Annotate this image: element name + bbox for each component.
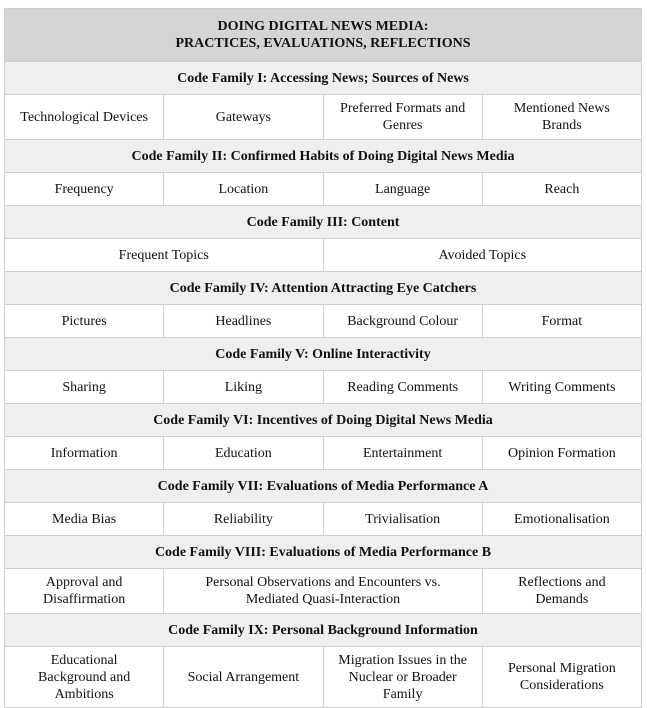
code-cell: Opinion Formation — [481, 436, 643, 470]
family-heading-6: Code Family VI: Incentives of Doing Digi… — [4, 403, 642, 437]
code-cell: Frequency — [3, 172, 165, 206]
code-cell: Migration Issues in the Nuclear or Broad… — [322, 646, 483, 708]
code-cell: Information — [3, 436, 165, 470]
family-codes-row-7: Media Bias Reliability Trivialisation Em… — [3, 502, 643, 536]
family-heading-2: Code Family II: Confirmed Habits of Doin… — [4, 139, 642, 173]
code-cell: Entertainment — [322, 436, 483, 470]
family-heading-9: Code Family IX: Personal Background Info… — [4, 613, 642, 647]
code-cell: Writing Comments — [481, 370, 643, 404]
code-cell: Mentioned News Brands — [481, 94, 643, 140]
code-cell: Background Colour — [322, 304, 483, 338]
title-line-1: DOING DIGITAL NEWS MEDIA: — [217, 19, 429, 34]
code-cell: Educational Background and Ambitions — [3, 646, 165, 708]
family-heading-3: Code Family III: Content — [4, 205, 642, 239]
code-cell: Frequent Topics — [4, 238, 324, 272]
family-codes-row-4: Pictures Headlines Background Colour For… — [3, 304, 643, 338]
code-cell: Personal Migration Considerations — [481, 646, 643, 708]
code-cell: Education — [163, 436, 324, 470]
code-cell: Location — [163, 172, 324, 206]
table-title: DOING DIGITAL NEWS MEDIA: PRACTICES, EVA… — [4, 8, 642, 62]
family-heading-4: Code Family IV: Attention Attracting Eye… — [4, 271, 642, 305]
code-cell: Media Bias — [3, 502, 165, 536]
code-cell: Headlines — [163, 304, 324, 338]
family-codes-row-3: Frequent Topics Avoided Topics — [4, 238, 642, 272]
code-cell: Sharing — [3, 370, 165, 404]
code-cell: Approval and Disaffirmation — [3, 568, 165, 614]
family-heading-1: Code Family I: Accessing News; Sources o… — [4, 61, 642, 95]
code-cell: Language — [322, 172, 483, 206]
code-cell: Reflections and Demands — [481, 568, 643, 614]
code-cell: Liking — [163, 370, 324, 404]
code-cell: Reach — [481, 172, 643, 206]
family-heading-7: Code Family VII: Evaluations of Media Pe… — [4, 469, 642, 503]
code-cell: Trivialisation — [322, 502, 483, 536]
code-cell: Reliability — [163, 502, 324, 536]
family-codes-row-5: Sharing Liking Reading Comments Writing … — [3, 370, 643, 404]
code-cell: Avoided Topics — [322, 238, 642, 272]
code-cell: Pictures — [3, 304, 165, 338]
code-cell: Preferred Formats and Genres — [322, 94, 483, 140]
family-codes-row-1: Technological Devices Gateways Preferred… — [3, 94, 643, 140]
code-cell: Format — [481, 304, 643, 338]
family-codes-row-6: Information Education Entertainment Opin… — [3, 436, 643, 470]
code-families-table: DOING DIGITAL NEWS MEDIA: PRACTICES, EVA… — [3, 8, 643, 708]
code-cell: Personal Observations and Encounters vs.… — [163, 568, 483, 614]
family-codes-row-8: Approval and Disaffirmation Personal Obs… — [3, 568, 643, 614]
family-heading-5: Code Family V: Online Interactivity — [4, 337, 642, 371]
family-heading-8: Code Family VIII: Evaluations of Media P… — [4, 535, 642, 569]
code-cell: Gateways — [163, 94, 324, 140]
family-codes-row-2: Frequency Location Language Reach — [3, 172, 643, 206]
code-cell: Emotionalisation — [481, 502, 643, 536]
code-cell: Technological Devices — [3, 94, 165, 140]
code-cell: Reading Comments — [322, 370, 483, 404]
family-codes-row-9: Educational Background and Ambitions Soc… — [3, 646, 643, 708]
code-cell: Social Arrangement — [163, 646, 324, 708]
title-line-2: PRACTICES, EVALUATIONS, REFLECTIONS — [175, 36, 471, 51]
